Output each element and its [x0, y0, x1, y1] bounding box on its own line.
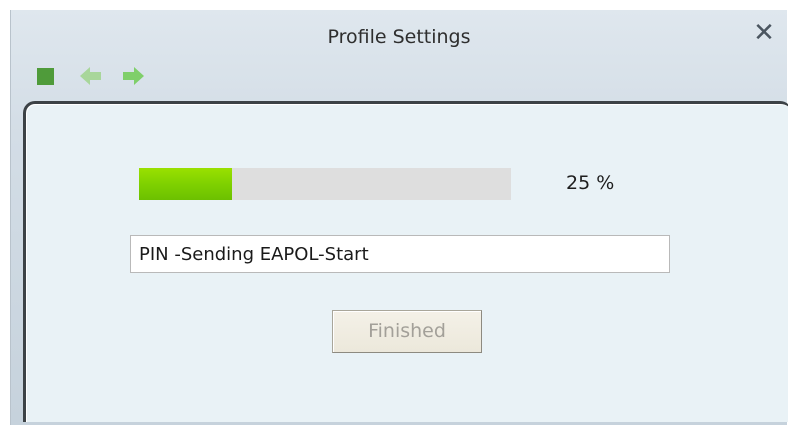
window-title: Profile Settings	[327, 26, 471, 48]
progress-bar	[139, 168, 511, 200]
profile-settings-window: Profile Settings ✕ 25 % Finished	[10, 10, 788, 425]
finished-button[interactable]: Finished	[332, 310, 482, 353]
stop-icon	[37, 68, 54, 85]
forward-button[interactable]	[119, 64, 147, 88]
forward-arrow-icon	[123, 67, 144, 85]
status-field[interactable]	[130, 235, 670, 273]
close-icon[interactable]: ✕	[751, 20, 777, 46]
back-arrow-icon	[80, 67, 101, 85]
content-panel: 25 % Finished	[23, 101, 788, 422]
progress-percent: 25 %	[566, 172, 615, 194]
back-button[interactable]	[77, 64, 105, 88]
stop-button[interactable]	[35, 64, 63, 88]
progress-fill	[139, 168, 232, 200]
